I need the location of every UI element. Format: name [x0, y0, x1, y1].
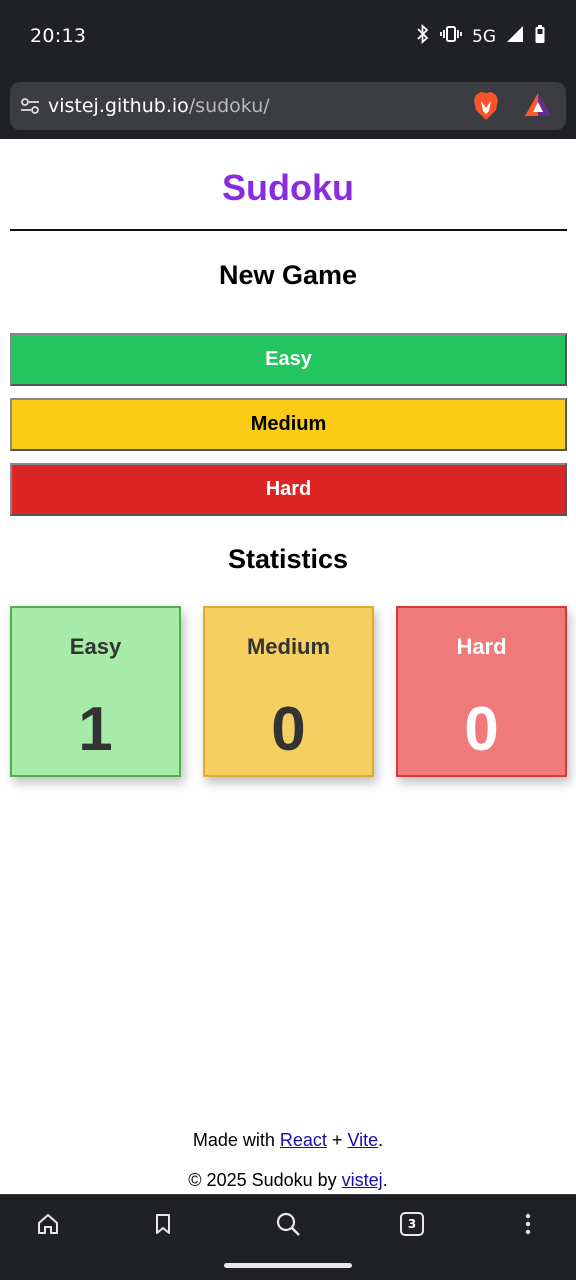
vibrate-icon — [440, 24, 462, 49]
url-host: vistej.github.io — [48, 95, 189, 117]
signal-icon — [506, 25, 524, 48]
page-content: Sudoku New Game Easy Medium Hard Statist… — [0, 139, 576, 1194]
brave-shields-icon[interactable] — [472, 90, 500, 127]
stat-value-medium: 0 — [271, 695, 306, 764]
battery-icon — [534, 24, 546, 49]
status-icons: 5G — [416, 23, 546, 49]
tabs-icon[interactable]: 3 — [398, 1210, 426, 1238]
url-text[interactable]: vistej.github.io/sudoku/ — [48, 95, 270, 117]
stat-card-hard: Hard 0 — [396, 606, 567, 777]
made-with-prefix: Made with — [192, 1130, 280, 1150]
url-path: /sudoku/ — [188, 95, 270, 117]
vite-link[interactable]: Vite — [347, 1130, 378, 1150]
network-type: 5G — [472, 26, 496, 47]
stat-card-easy: Easy 1 — [10, 606, 181, 777]
plus-separator: + — [326, 1130, 348, 1150]
site-settings-icon[interactable] — [20, 96, 40, 121]
bookmark-icon[interactable] — [149, 1210, 177, 1238]
made-with-suffix: . — [378, 1130, 384, 1150]
status-time: 20:13 — [30, 25, 87, 47]
title-divider — [10, 229, 567, 231]
more-vert-icon[interactable] — [514, 1210, 542, 1238]
copyright-suffix: . — [382, 1170, 388, 1190]
address-bar[interactable]: vistej.github.io/sudoku/ — [10, 82, 566, 130]
author-link[interactable]: vistej — [342, 1170, 383, 1190]
stat-label-medium: Medium — [246, 634, 331, 659]
statistics-heading: Statistics — [227, 544, 349, 574]
copyright-prefix: © 2025 Sudoku by — [188, 1170, 342, 1190]
tab-count: 3 — [407, 1217, 417, 1231]
browser-toolbar: 3 — [0, 1194, 576, 1252]
status-bar: 20:13 5G — [0, 0, 576, 74]
react-link[interactable]: React — [280, 1130, 327, 1150]
page-title: Sudoku — [222, 167, 354, 208]
stat-label-hard: Hard — [456, 634, 507, 659]
easy-button[interactable]: Easy — [10, 333, 567, 386]
made-with-footer: Made with React + Vite. — [0, 1130, 576, 1151]
gesture-nav-area — [0, 1252, 576, 1280]
stat-card-medium: Medium 0 — [203, 606, 374, 777]
stat-label-easy: Easy — [69, 634, 122, 659]
hard-button[interactable]: Hard — [10, 463, 567, 516]
brave-rewards-icon[interactable] — [524, 92, 552, 123]
gesture-handle[interactable] — [224, 1263, 352, 1268]
new-game-heading: New Game — [218, 260, 358, 290]
home-icon[interactable] — [34, 1210, 62, 1238]
copyright-footer: © 2025 Sudoku by vistej. — [0, 1170, 576, 1191]
stat-value-hard: 0 — [464, 695, 499, 764]
bluetooth-icon — [416, 23, 430, 49]
search-icon[interactable] — [274, 1210, 302, 1238]
stat-value-easy: 1 — [78, 695, 113, 764]
medium-button[interactable]: Medium — [10, 398, 567, 451]
